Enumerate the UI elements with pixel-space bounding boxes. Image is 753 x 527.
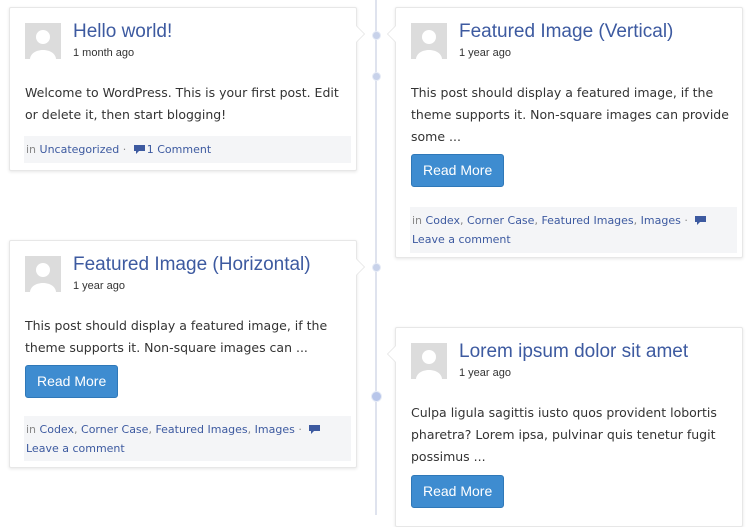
avatar-icon: [25, 256, 61, 292]
category-link[interactable]: Featured Images: [541, 214, 633, 227]
comment-bubble-icon: [133, 145, 145, 154]
post-title[interactable]: Hello world!: [73, 21, 172, 43]
post-card-featured-vertical: Featured Image (Vertical) 1 year ago Thi…: [395, 7, 743, 258]
timeline-dot: [372, 263, 381, 272]
comment-bubble-icon: [309, 425, 321, 434]
avatar-icon: [411, 23, 447, 59]
meta-separator: ·: [298, 423, 302, 436]
avatar-icon: [411, 343, 447, 379]
comments-link[interactable]: Leave a comment: [26, 442, 125, 455]
comment-bubble-icon: [695, 216, 707, 225]
read-more-button[interactable]: Read More: [411, 475, 505, 508]
post-meta: in Codex, Corner Case, Featured Images, …: [410, 207, 737, 253]
timeline-dot: [371, 391, 382, 402]
post-card-hello-world: Hello world! 1 month ago Welcome to Word…: [9, 7, 357, 171]
timeline-dot: [372, 72, 381, 81]
post-meta: in Uncategorized · 1 Comment: [24, 136, 351, 163]
post-title[interactable]: Lorem ipsum dolor sit amet: [459, 341, 688, 363]
category-link[interactable]: Corner Case: [81, 423, 148, 436]
post-card-lorem-ipsum: Lorem ipsum dolor sit amet 1 year ago Cu…: [395, 327, 743, 527]
category-link[interactable]: Codex: [426, 214, 460, 227]
post-title[interactable]: Featured Image (Horizontal): [73, 254, 311, 276]
meta-prefix: in: [26, 143, 37, 156]
post-date: 1 year ago: [459, 367, 511, 379]
category-link[interactable]: Corner Case: [467, 214, 534, 227]
meta-prefix: in: [26, 423, 37, 436]
post-excerpt: This post should display a featured imag…: [25, 318, 328, 355]
post-date: 1 month ago: [73, 47, 135, 59]
category-link[interactable]: Uncategorized: [40, 143, 120, 156]
post-date: 1 year ago: [73, 280, 125, 292]
post-excerpt: Culpa ligula sagittis iusto quos provide…: [411, 405, 717, 464]
timeline-dot: [372, 31, 381, 40]
category-link[interactable]: Codex: [40, 423, 74, 436]
meta-separator: ·: [684, 214, 688, 227]
post-card-featured-horizontal: Featured Image (Horizontal) 1 year ago T…: [9, 240, 357, 468]
meta-separator: ·: [122, 143, 127, 156]
meta-prefix: in: [412, 214, 423, 227]
category-link[interactable]: Images: [255, 423, 295, 436]
comments-link[interactable]: 1 Comment: [147, 143, 211, 156]
post-title[interactable]: Featured Image (Vertical): [459, 21, 673, 43]
post-excerpt: Welcome to WordPress. This is your first…: [25, 85, 339, 122]
read-more-button[interactable]: Read More: [411, 154, 505, 187]
post-excerpt: This post should display a featured imag…: [411, 85, 729, 144]
category-link[interactable]: Featured Images: [155, 423, 247, 436]
read-more-button[interactable]: Read More: [25, 365, 119, 398]
post-date: 1 year ago: [459, 47, 511, 59]
avatar-icon: [25, 23, 61, 59]
post-meta: in Codex, Corner Case, Featured Images, …: [24, 416, 351, 461]
category-link[interactable]: Images: [641, 214, 681, 227]
comments-link[interactable]: Leave a comment: [412, 233, 511, 246]
